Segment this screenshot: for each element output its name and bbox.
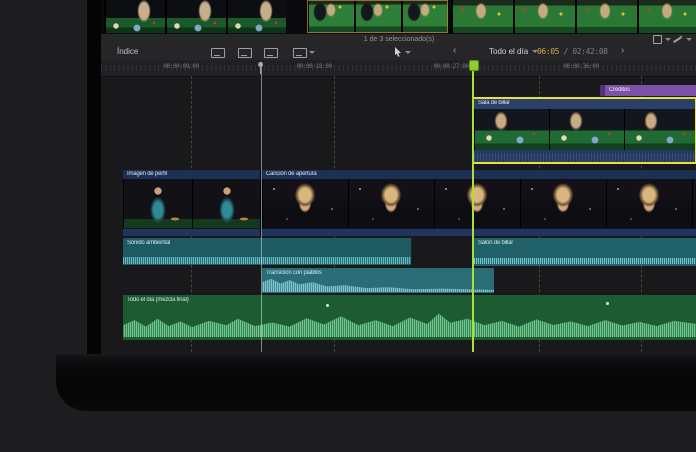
clip-appearance-button-1[interactable]: [211, 48, 225, 58]
clip-audio-waveform: [123, 257, 411, 264]
browser-area: [101, 0, 696, 33]
clip-appearance-button-3[interactable]: [264, 48, 278, 58]
selection-status: 1 de 3 seleccionado(s): [101, 36, 696, 43]
next-item-button[interactable]: ›: [621, 45, 624, 56]
clip-audio-waveform: [262, 278, 494, 292]
clip-filmstrip-thumbnails: [123, 179, 260, 229]
clip-imagen-de-perfil[interactable]: Imagen de perfil: [123, 170, 261, 236]
index-button[interactable]: Índice: [117, 47, 138, 56]
ruler-timecode: 00:00:09:00: [163, 63, 198, 70]
tools-dropdown[interactable]: [394, 47, 410, 57]
chevron-down-icon[interactable]: [665, 37, 670, 42]
clip-label: Sonido ambiental: [127, 240, 170, 247]
clip-filmstrip-thumbnails: [262, 179, 696, 229]
browser-clip-filmstrip-selected[interactable]: [307, 0, 448, 33]
clip-filmstrip-thumbnails: [474, 109, 695, 150]
playhead-line[interactable]: [472, 60, 474, 352]
timeline-ruler[interactable]: 00:00:09:00 00:00:18:00 00:00:27:00 00:0…: [101, 60, 696, 77]
clip-audio-waveform: [474, 150, 695, 162]
cursor-arrow-icon: [394, 47, 402, 57]
clip-appearance-button-2[interactable]: [238, 48, 252, 58]
transform-icon[interactable]: [653, 35, 662, 44]
chevron-down-icon[interactable]: [686, 37, 691, 42]
clip-header: Canción de apertura: [262, 170, 696, 179]
enhance-wand-icon[interactable]: [673, 35, 683, 44]
clip-audio-waveform: [123, 311, 696, 337]
chevron-down-icon: [405, 50, 410, 55]
clip-sonido-ambiental[interactable]: Sonido ambiental: [123, 238, 412, 265]
browser-clip-filmstrip-1[interactable]: [104, 0, 286, 33]
laptop-screen: 1 de 3 seleccionado(s) Índice: [86, 0, 696, 354]
clip-label: Sala de billar: [478, 100, 510, 107]
clip-credits-title[interactable]: Créditos: [600, 85, 696, 96]
clip-label: Créditos: [609, 87, 630, 94]
clip-audio-strip: [262, 228, 696, 236]
keyframe-dot[interactable]: [326, 304, 329, 307]
clip-label: Salón de billar: [478, 240, 513, 247]
playhead-handle[interactable]: [469, 60, 479, 71]
macbook-mockup: 1 de 3 seleccionado(s) Índice: [0, 0, 696, 452]
ruler-timecode: 00:00:18:00: [296, 63, 331, 70]
clip-todo-el-dia-mezcla-final[interactable]: Todo el día (mezcla final): [123, 295, 696, 340]
ruler-timecode: 00:00:27:00: [433, 63, 468, 70]
timecode-total: / 02:42:08: [559, 47, 608, 56]
clip-appearance-button-4[interactable]: [293, 48, 307, 58]
timecode-display: 06:05 / 02:42:08: [537, 47, 608, 56]
timeline-range-dropdown[interactable]: Todo el día: [489, 47, 537, 56]
timecode-current: 06:05: [537, 47, 559, 56]
chevron-down-icon[interactable]: [309, 50, 314, 55]
keyframe-dot[interactable]: [606, 302, 609, 305]
browser-tools: [653, 35, 691, 44]
clip-salon-de-billar[interactable]: Salón de billar: [474, 238, 696, 266]
clip-header: Imagen de perfil: [123, 170, 260, 179]
clip-label: Imagen de perfil: [127, 171, 167, 178]
clip-transicion-con-platillos[interactable]: Transición con platillos: [262, 268, 494, 293]
clip-label: Transición con platillos: [266, 270, 322, 277]
clip-label: Todo el día (mezcla final): [127, 297, 189, 304]
timeline-toolbar: Índice ‹ Todo el día 06:0: [101, 44, 696, 61]
clip-audio-strip: [123, 228, 260, 236]
clip-audio-waveform: [474, 258, 696, 264]
range-label: Todo el día: [489, 47, 528, 56]
clip-label: Canción de apertura: [266, 171, 317, 178]
previous-item-button[interactable]: ‹: [453, 45, 456, 56]
clip-header: Sala de billar: [474, 99, 695, 109]
browser-clip-filmstrip-3[interactable]: [451, 0, 696, 33]
clip-selected-connected[interactable]: Sala de billar: [472, 97, 696, 164]
ruler-timecode: 00:00:36:00: [563, 63, 598, 70]
fcp-window: 1 de 3 seleccionado(s) Índice: [101, 0, 696, 354]
clip-cancion-de-apertura[interactable]: Canción de apertura: [262, 170, 696, 236]
laptop-base: [56, 354, 696, 411]
edit-point-line: [261, 62, 262, 352]
